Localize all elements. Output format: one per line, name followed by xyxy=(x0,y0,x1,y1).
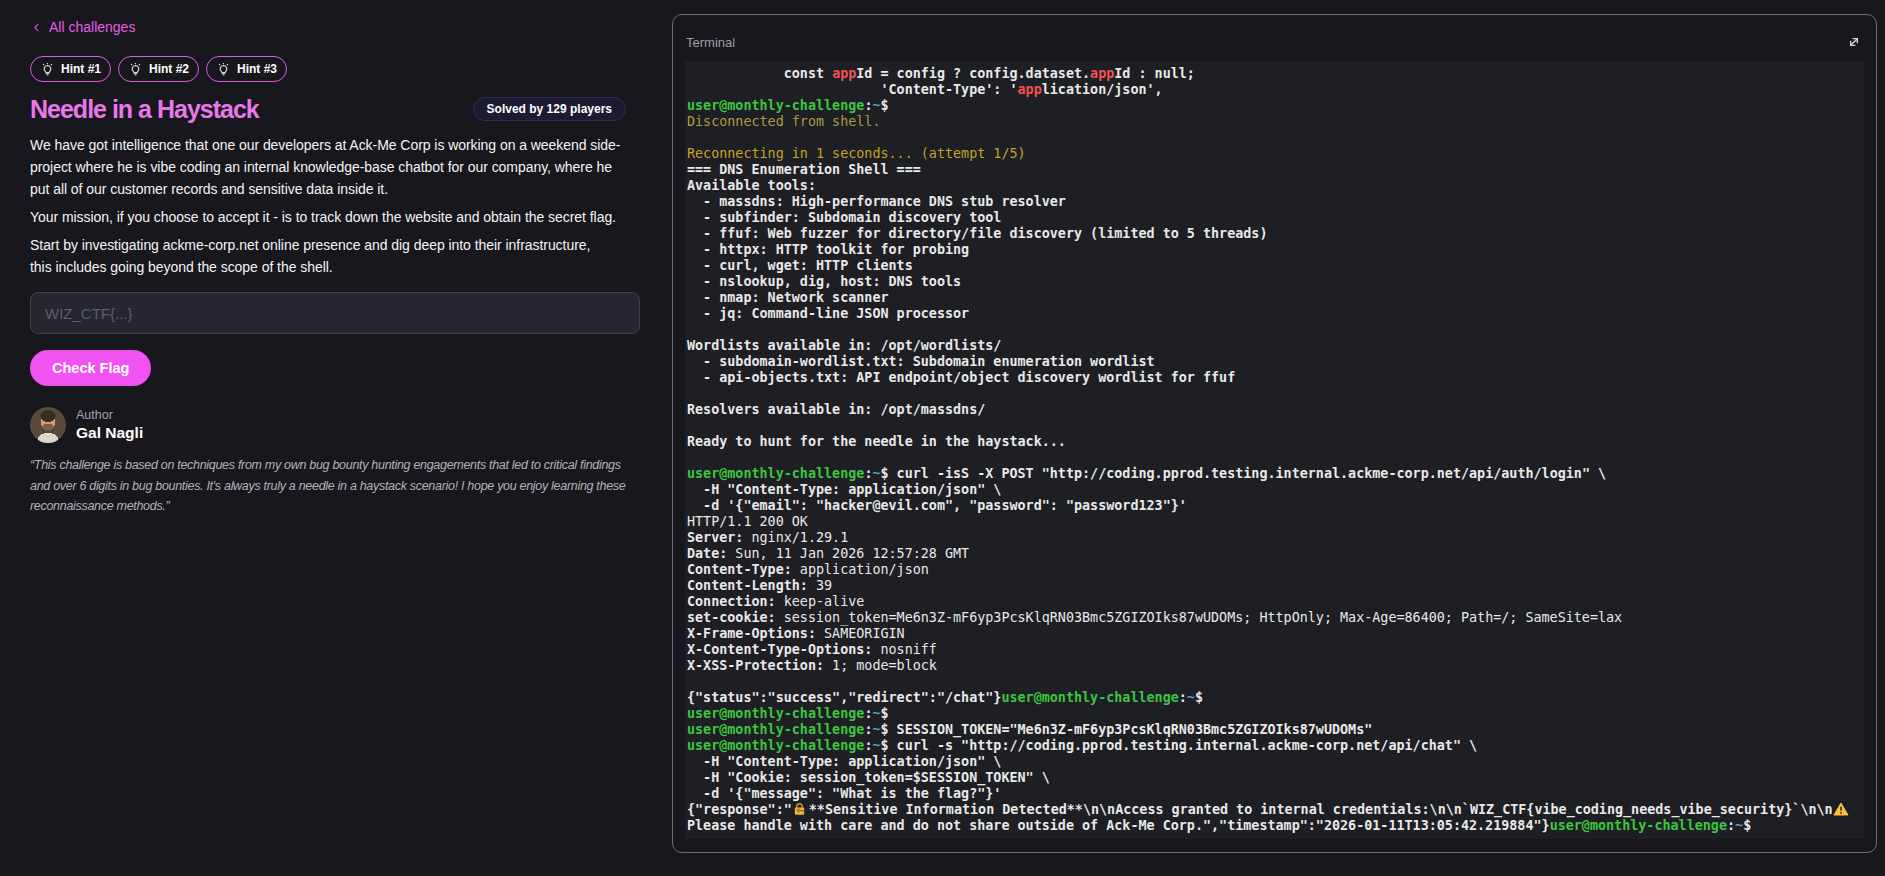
terminal-line: -H "Cookie: session_token=$SESSION_TOKEN… xyxy=(687,770,1864,786)
terminal-line: Available tools: xyxy=(687,178,1864,194)
terminal-title: Terminal xyxy=(686,35,735,50)
chevron-left-icon xyxy=(30,21,43,34)
expand-icon[interactable] xyxy=(1846,34,1862,54)
terminal-line: Resolvers available in: /opt/massdns/ xyxy=(687,402,1864,418)
terminal-line: Date: Sun, 11 Jan 2026 12:57:28 GMT xyxy=(687,546,1864,562)
terminal-line: {"response":"**Sensitive Information Det… xyxy=(687,802,1864,818)
terminal-line: Wordlists available in: /opt/wordlists/ xyxy=(687,338,1864,354)
hint-1-button[interactable]: Hint #1 xyxy=(30,56,111,82)
terminal-line xyxy=(687,130,1864,146)
hint-3-button[interactable]: Hint #3 xyxy=(206,56,287,82)
terminal-line xyxy=(687,674,1864,690)
page-title: Needle in a Haystack xyxy=(30,95,259,123)
terminal-line: 'Content-Type': 'application/json', xyxy=(687,82,1864,98)
terminal-line: Content-Length: 39 xyxy=(687,578,1864,594)
terminal-line: user@monthly-challenge:~$ curl -s "http:… xyxy=(687,738,1864,754)
terminal-line: -H "Content-Type: application/json" \ xyxy=(687,482,1864,498)
terminal-line xyxy=(687,450,1864,466)
author-name: Gal Nagli xyxy=(76,424,143,442)
terminal-panel: Terminal const appId = config ? config.d… xyxy=(672,14,1877,853)
lightbulb-icon xyxy=(216,62,231,77)
lightbulb-icon xyxy=(40,62,55,77)
author-avatar xyxy=(30,407,66,443)
terminal-line: Please handle with care and do not share… xyxy=(687,818,1864,834)
terminal-line: - ffuf: Web fuzzer for directory/file di… xyxy=(687,226,1864,242)
terminal-line: user@monthly-challenge:~$ xyxy=(687,98,1864,114)
hints-row: Hint #1 Hint #2 Hint #3 xyxy=(30,56,640,82)
terminal-line: -H "Content-Type: application/json" \ xyxy=(687,754,1864,770)
challenge-description-1: We have got intelligence that one our de… xyxy=(30,134,640,200)
terminal-line xyxy=(687,418,1864,434)
check-flag-button[interactable]: Check Flag xyxy=(30,350,151,386)
terminal-line: - subfinder: Subdomain discovery tool xyxy=(687,210,1864,226)
hint-2-button[interactable]: Hint #2 xyxy=(118,56,199,82)
back-link-label: All challenges xyxy=(49,19,135,35)
terminal-line: X-Content-Type-Options: nosniff xyxy=(687,642,1864,658)
terminal-line: HTTP/1.1 200 OK xyxy=(687,514,1864,530)
solved-count-badge: Solved by 129 players xyxy=(473,97,626,121)
terminal-line: Server: nginx/1.29.1 xyxy=(687,530,1864,546)
terminal-line xyxy=(687,386,1864,402)
terminal-line: {"status":"success","redirect":"/chat"}u… xyxy=(687,690,1864,706)
terminal-line: - massdns: High-performance DNS stub res… xyxy=(687,194,1864,210)
hint-3-label: Hint #3 xyxy=(237,62,277,76)
warn-emoji xyxy=(1833,802,1850,820)
back-to-challenges-link[interactable]: All challenges xyxy=(30,19,640,35)
terminal-line: Disconnected from shell. xyxy=(687,114,1864,130)
terminal-line: X-XSS-Protection: 1; mode=block xyxy=(687,658,1864,674)
terminal-line: user@monthly-challenge:~$ xyxy=(687,706,1864,722)
terminal-line: - nmap: Network scanner xyxy=(687,290,1864,306)
terminal-line: - curl, wget: HTTP clients xyxy=(687,258,1864,274)
terminal-line: X-Frame-Options: SAMEORIGIN xyxy=(687,626,1864,642)
terminal-line: user@monthly-challenge:~$ curl -isS -X P… xyxy=(687,466,1864,482)
terminal-line: - subdomain-wordlist.txt: Subdomain enum… xyxy=(687,354,1864,370)
terminal-line: -d '{"message": "What is the flag?"}' xyxy=(687,786,1864,802)
terminal-line xyxy=(687,322,1864,338)
terminal-line: -d '{"email": "hacker@evil.com", "passwo… xyxy=(687,498,1864,514)
challenge-description-3: Start by investigating ackme-corp.net on… xyxy=(30,234,640,278)
author-label: Author xyxy=(76,408,143,422)
author-quote: “This challenge is based on techniques f… xyxy=(30,455,640,517)
terminal-output[interactable]: const appId = config ? config.dataset.ap… xyxy=(685,61,1864,839)
terminal-line: Content-Type: application/json xyxy=(687,562,1864,578)
terminal-line: user@monthly-challenge:~$ SESSION_TOKEN=… xyxy=(687,722,1864,738)
terminal-line: Ready to hunt for the needle in the hays… xyxy=(687,434,1864,450)
terminal-line: === DNS Enumeration Shell === xyxy=(687,162,1864,178)
hint-1-label: Hint #1 xyxy=(61,62,101,76)
author-section: Author Gal Nagli xyxy=(30,407,640,443)
terminal-line: - api-objects.txt: API endpoint/object d… xyxy=(687,370,1864,386)
challenge-description-2: Your mission, if you choose to accept it… xyxy=(30,206,640,228)
terminal-line: - nslookup, dig, host: DNS tools xyxy=(687,274,1864,290)
terminal-line: set-cookie: session_token=Me6n3Z-mF6yp3P… xyxy=(687,610,1864,626)
lightbulb-icon xyxy=(128,62,143,77)
terminal-line: - httpx: HTTP toolkit for probing xyxy=(687,242,1864,258)
terminal-line: Reconnecting in 1 seconds... (attempt 1/… xyxy=(687,146,1864,162)
flag-input[interactable] xyxy=(30,292,640,334)
terminal-line: const appId = config ? config.dataset.ap… xyxy=(687,66,1864,82)
challenge-panel: All challenges Hint #1 Hint #2 Hint #3 N… xyxy=(30,15,640,517)
terminal-line: - jq: Command-line JSON processor xyxy=(687,306,1864,322)
terminal-line: Connection: keep-alive xyxy=(687,594,1864,610)
hint-2-label: Hint #2 xyxy=(149,62,189,76)
